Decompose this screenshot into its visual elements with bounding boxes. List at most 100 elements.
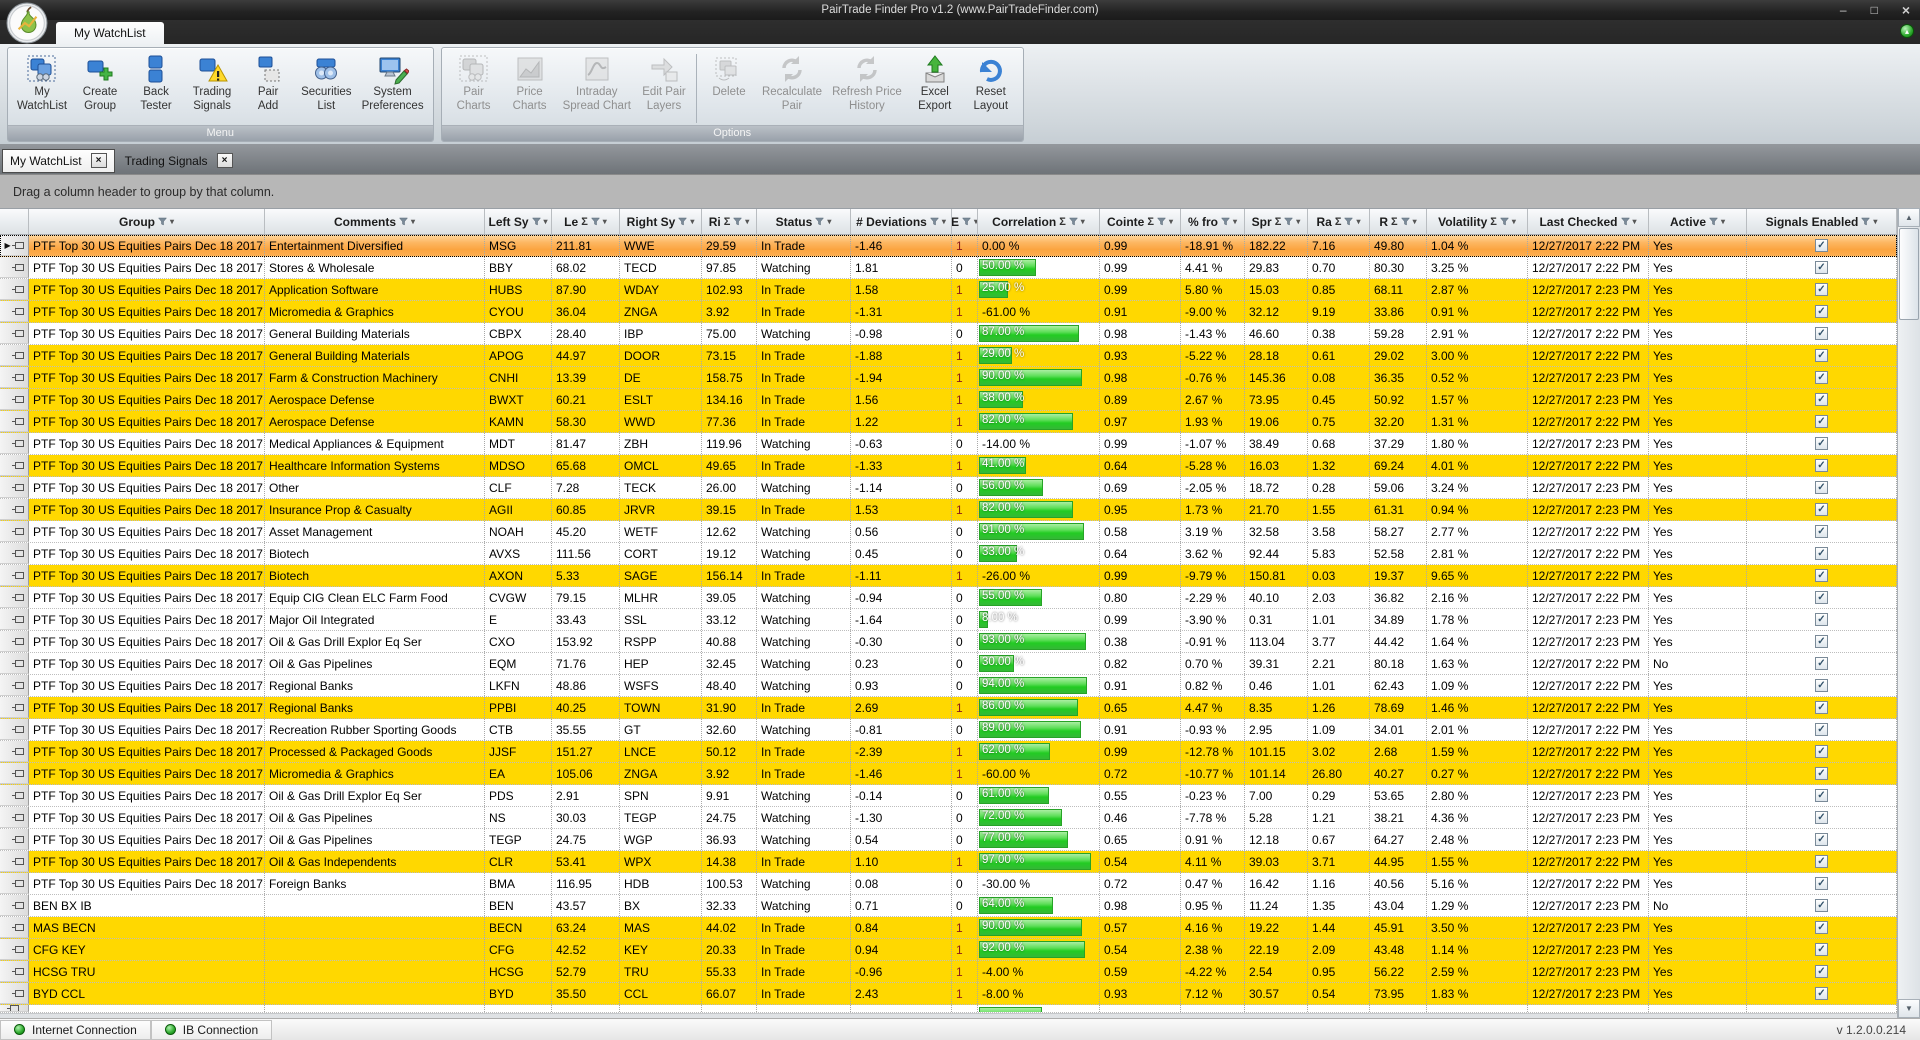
doc-tab-trading-signals[interactable]: Trading Signals × [118,149,240,173]
dropdown-caret-icon[interactable]: ▾ [1512,217,1516,226]
table-row[interactable]: ▶BEN BX IB BEN43.57BX32.33Watching0.71064… [0,895,1897,917]
table-row[interactable]: ▶PTF Top 30 US Equities Pairs Dec 18 201… [0,257,1897,279]
signals-enabled-checkbox[interactable]: ✓ [1815,415,1828,428]
dropdown-caret-icon[interactable]: ▾ [1081,217,1085,226]
signals-enabled-checkbox[interactable]: ✓ [1815,547,1828,560]
doc-tab-my-watchlist[interactable]: My WatchList × [2,148,115,173]
column-header-status[interactable]: Status ▾ [757,209,851,235]
filter-icon[interactable] [929,215,939,229]
filter-icon[interactable] [531,215,541,229]
signals-enabled-checkbox[interactable]: ✓ [1815,459,1828,472]
signals-enabled-checkbox[interactable]: ✓ [1815,745,1828,758]
dropdown-caret-icon[interactable]: ▾ [411,217,415,226]
table-row[interactable]: ▶PTF Top 30 US Equities Pairs Dec 18 201… [0,565,1897,587]
filter-icon[interactable] [1861,215,1871,229]
column-header-right-sy[interactable]: Right Sy ▾ [620,209,702,235]
dropdown-caret-icon[interactable]: ▾ [745,217,749,226]
signals-enabled-checkbox[interactable]: ✓ [1815,987,1828,1000]
signals-enabled-checkbox[interactable]: ✓ [1815,855,1828,868]
column-header-group[interactable]: Group ▾ [29,209,265,235]
signals-enabled-checkbox[interactable]: ✓ [1815,811,1828,824]
sum-icon[interactable]: Σ [1391,216,1398,228]
sum-icon[interactable]: Σ [1490,216,1497,228]
signals-enabled-checkbox[interactable]: ✓ [1815,789,1828,802]
dropdown-caret-icon[interactable]: ▾ [170,217,174,226]
dropdown-caret-icon[interactable]: ▾ [1721,217,1725,226]
filter-icon[interactable] [590,215,600,229]
column-header-correlation[interactable]: Correlation Σ ▾ [978,209,1100,235]
scroll-up-icon[interactable]: ▲ [1898,208,1920,227]
signals-enabled-checkbox[interactable]: ✓ [1815,327,1828,340]
filter-icon[interactable] [1068,215,1078,229]
column-header-volatility[interactable]: Volatility Σ ▾ [1427,209,1528,235]
table-row[interactable]: ▶PTF Top 30 US Equities Pairs Dec 18 201… [0,675,1897,697]
table-row[interactable]: ▶HCSG TRUHCSG52.79TRU55.33In Trade-0.961… [0,961,1897,983]
table-row[interactable]: ▶PTF Top 30 US Equities Pairs Dec 18 201… [0,807,1897,829]
column-header-ra[interactable]: Ra Σ ▾ [1308,209,1370,235]
maximize-button[interactable]: □ [1871,3,1878,17]
signals-enabled-checkbox[interactable]: ✓ [1815,569,1828,582]
column-header-cointe[interactable]: Cointe Σ ▾ [1100,209,1181,235]
signals-enabled-checkbox[interactable]: ✓ [1815,701,1828,714]
column-header-spr[interactable]: Spr Σ ▾ [1245,209,1308,235]
scrollbar-thumb[interactable] [1899,228,1919,320]
table-row[interactable]: ▶PTF Top 30 US Equities Pairs Dec 18 201… [0,543,1897,565]
signals-enabled-checkbox[interactable]: ✓ [1815,437,1828,450]
trading-signals-button[interactable]: Trading Signals [184,52,240,114]
table-row[interactable]: ▶PTF Top 30 US Equities Pairs Dec 18 201… [0,499,1897,521]
table-row[interactable]: ▶CFG KEY CFG42.52KEY20.33In Trade0.94192.… [0,939,1897,961]
dropdown-caret-icon[interactable]: ▾ [1633,217,1637,226]
table-row[interactable]: ▶PTF Top 30 US Equities Pairs Dec 18 201… [0,367,1897,389]
sum-icon[interactable]: Σ [724,216,731,228]
ribbon-tab-my-watchlist[interactable]: My WatchList [56,22,164,44]
filter-icon[interactable] [1284,215,1294,229]
table-row[interactable]: ▶BYD CCL BYD35.50CCL66.07In Trade2.431-8.… [0,983,1897,1005]
filter-icon[interactable] [1499,215,1509,229]
table-row[interactable]: ▶PTF Top 30 US Equities Pairs Dec 18 201… [0,279,1897,301]
ribbon-collapse-button[interactable]: ▴ [1900,24,1914,38]
table-row[interactable]: ▶PTF Top 30 US Equities Pairs Dec 18 201… [0,411,1897,433]
filter-icon[interactable] [157,215,168,229]
table-row[interactable]: ▶PTF Top 30 US Equities Pairs Dec 18 201… [0,323,1897,345]
signals-enabled-checkbox[interactable]: ✓ [1815,899,1828,912]
sum-icon[interactable]: Σ [1059,216,1066,228]
filter-icon[interactable] [1220,215,1231,229]
filter-icon[interactable] [398,215,409,229]
dropdown-caret-icon[interactable]: ▾ [1296,217,1300,226]
table-row[interactable]: ▶PTF Top 30 US Equities Pairs Dec 18 201… [0,477,1897,499]
filter-icon[interactable] [1708,215,1719,229]
column-header--deviations[interactable]: # Deviations ▾ [851,209,952,235]
filter-icon[interactable] [1620,215,1630,229]
signals-enabled-checkbox[interactable]: ✓ [1815,371,1828,384]
filter-icon[interactable] [961,215,972,229]
table-row[interactable]: ▶PTF Top 30 US Equities Pairs Dec 18 201… [0,873,1897,895]
scroll-down-icon[interactable]: ▼ [1898,999,1920,1018]
signals-enabled-checkbox[interactable]: ✓ [1815,305,1828,318]
table-row[interactable]: ▶PTF Top 30 US Equities Pairs Dec 18 201… [0,587,1897,609]
signals-enabled-checkbox[interactable]: ✓ [1815,283,1828,296]
table-row[interactable]: ▶PTF Top 30 US Equities Pairs Dec 18 201… [0,653,1897,675]
sum-icon[interactable]: Σ [1275,216,1282,228]
signals-enabled-checkbox[interactable]: ✓ [1815,723,1828,736]
vertical-scrollbar[interactable]: ▲ ▼ [1897,208,1920,1018]
column-header-left-sy[interactable]: Left Sy ▾ [485,209,552,235]
sum-icon[interactable]: Σ [581,216,588,228]
excel-export-button[interactable]: Excel Export [907,52,963,114]
group-by-bar[interactable]: Drag a column header to group by that co… [0,174,1920,208]
dropdown-caret-icon[interactable]: ▾ [1233,217,1237,226]
table-row[interactable]: ▶PTF Top 30 US Equities Pairs Dec 18 201… [0,521,1897,543]
table-row[interactable]: ▶PTF Top 30 US Equities Pairs Dec 18 201… [0,433,1897,455]
close-button[interactable]: × [1902,2,1910,18]
table-row[interactable]: ▶PTF Top 30 US Equities Pairs Dec 18 201… [0,851,1897,873]
column-header-e[interactable]: E▾ [952,209,978,235]
signals-enabled-checkbox[interactable]: ✓ [1815,613,1828,626]
filter-icon[interactable] [733,215,743,229]
filter-icon[interactable] [815,215,825,229]
signals-enabled-checkbox[interactable]: ✓ [1815,877,1828,890]
dropdown-caret-icon[interactable]: ▾ [690,217,694,226]
filter-icon[interactable] [1156,215,1167,229]
table-row[interactable]: ▶PTF Top 30 US Equities Pairs Dec 18 201… [0,763,1897,785]
table-row[interactable]: ▶PTF Top 30 US Equities Pairs Dec 18 201… [0,741,1897,763]
signals-enabled-checkbox[interactable]: ✓ [1815,679,1828,692]
reset-layout-button[interactable]: Reset Layout [963,52,1019,114]
